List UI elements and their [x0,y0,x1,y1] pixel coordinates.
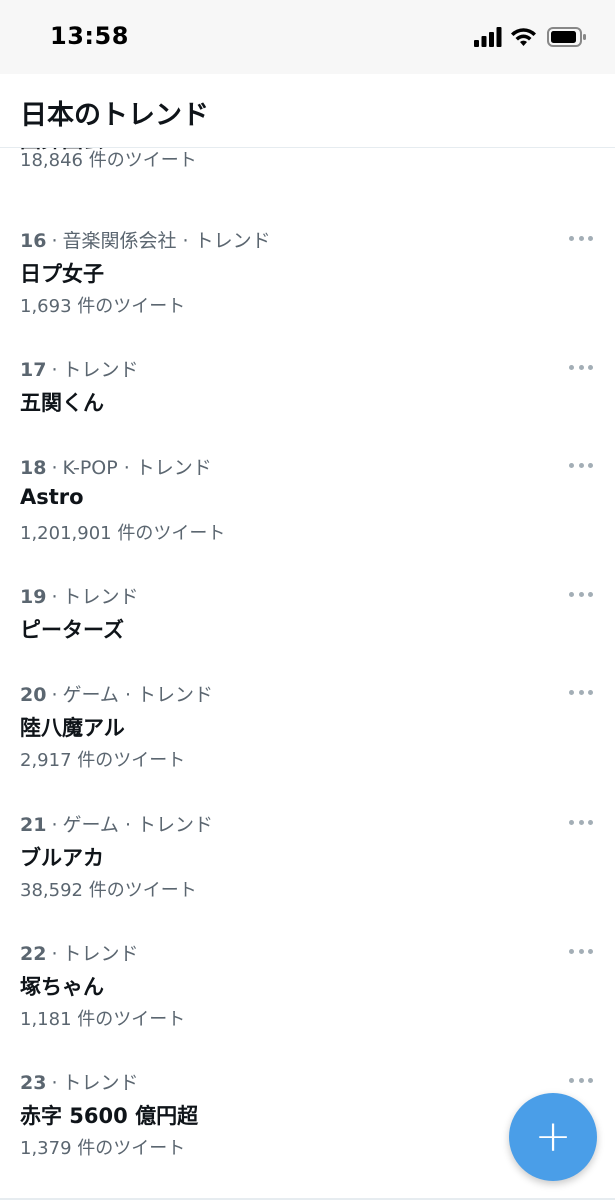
trend-count: 18,846 件のツイート [20,150,197,171]
more-options-icon[interactable] [569,686,593,698]
trend-meta: 22 · トレンド [20,943,139,965]
page-title: 日本のトレンド [20,100,209,131]
trend-rank: 21 [20,814,47,836]
cellular-signal-icon [474,27,502,47]
status-icons [474,26,587,48]
compose-tweet-button[interactable]: + [509,1093,597,1181]
more-options-icon[interactable] [569,361,593,373]
trend-meta: 21 · ゲーム · トレンド [20,814,214,836]
trend-name: ピーターズ [20,618,124,642]
trend-count: 1,201,901 件のツイート [20,523,226,544]
trend-rank: 23 [20,1072,47,1094]
trend-count: 38,592 件のツイート [20,880,197,901]
trend-meta: 23 · トレンド [20,1072,139,1094]
trend-category: トレンド [62,943,139,965]
trend-rank: 20 [20,684,47,706]
trend-name: 五関くん [20,391,104,415]
trend-meta: 16 · 音楽関係会社 · トレンド [20,230,271,252]
trend-meta: 20 · ゲーム · トレンド [20,684,214,706]
trend-category: トレンド [62,359,139,381]
trend-name: 塚ちゃん [20,975,104,999]
trend-rank: 18 [20,457,47,479]
trend-count: 1,181 件のツイート [20,1009,186,1030]
trend-name: 赤字 5600 億円超 [20,1104,199,1128]
trend-count: 1,379 件のツイート [20,1138,186,1159]
trend-name: 陸八魔アル [20,716,125,740]
trend-rank: 19 [20,586,47,608]
more-options-icon[interactable] [569,945,593,957]
trend-rank: 17 [20,359,47,381]
trend-meta: 19 · トレンド [20,586,139,608]
trend-rank: 16 [20,230,47,252]
trend-category: K-POP · トレンド [62,457,212,479]
trend-name: Astro [20,485,84,509]
plus-icon: + [534,1111,572,1162]
more-options-icon[interactable] [569,588,593,600]
trend-category: 音楽関係会社 · トレンド [62,230,271,252]
trend-item[interactable]: 21 · ゲーム · トレンド ブルアカ 38,592 件のツイート [0,810,615,930]
wifi-icon [510,27,537,47]
trend-meta: 17 · トレンド [20,359,139,381]
trend-item[interactable]: 22 · トレンド 塚ちゃん 1,181 件のツイート [0,939,615,1059]
more-options-icon[interactable] [569,816,593,828]
trend-rank: 22 [20,943,47,965]
trend-meta: 18 · K-POP · トレンド [20,457,212,479]
trend-count: 2,917 件のツイート [20,750,186,771]
trend-name: ブルアカ [20,846,104,870]
trend-item[interactable]: 20 · ゲーム · トレンド 陸八魔アル 2,917 件のツイート [0,680,615,800]
page-header: 日本のトレンド [0,74,615,148]
trend-category: ゲーム · トレンド [62,684,214,706]
trend-category: トレンド [62,1072,139,1094]
trend-item[interactable]: 16 · 音楽関係会社 · トレンド 日プ女子 1,693 件のツイート [0,226,615,346]
trend-category: トレンド [62,586,139,608]
trend-count: 1,693 件のツイート [20,296,186,317]
trend-category: ゲーム · トレンド [62,814,214,836]
trend-name: 日プ女子 [20,262,104,286]
status-bar: 13:58 [0,0,615,74]
battery-icon [547,27,587,47]
more-options-icon[interactable] [569,232,593,244]
status-time: 13:58 [50,22,129,50]
more-options-icon[interactable] [569,459,593,471]
trend-item[interactable]: 18 · K-POP · トレンド Astro 1,201,901 件のツイート [0,453,615,573]
more-options-icon[interactable] [569,1074,593,1086]
